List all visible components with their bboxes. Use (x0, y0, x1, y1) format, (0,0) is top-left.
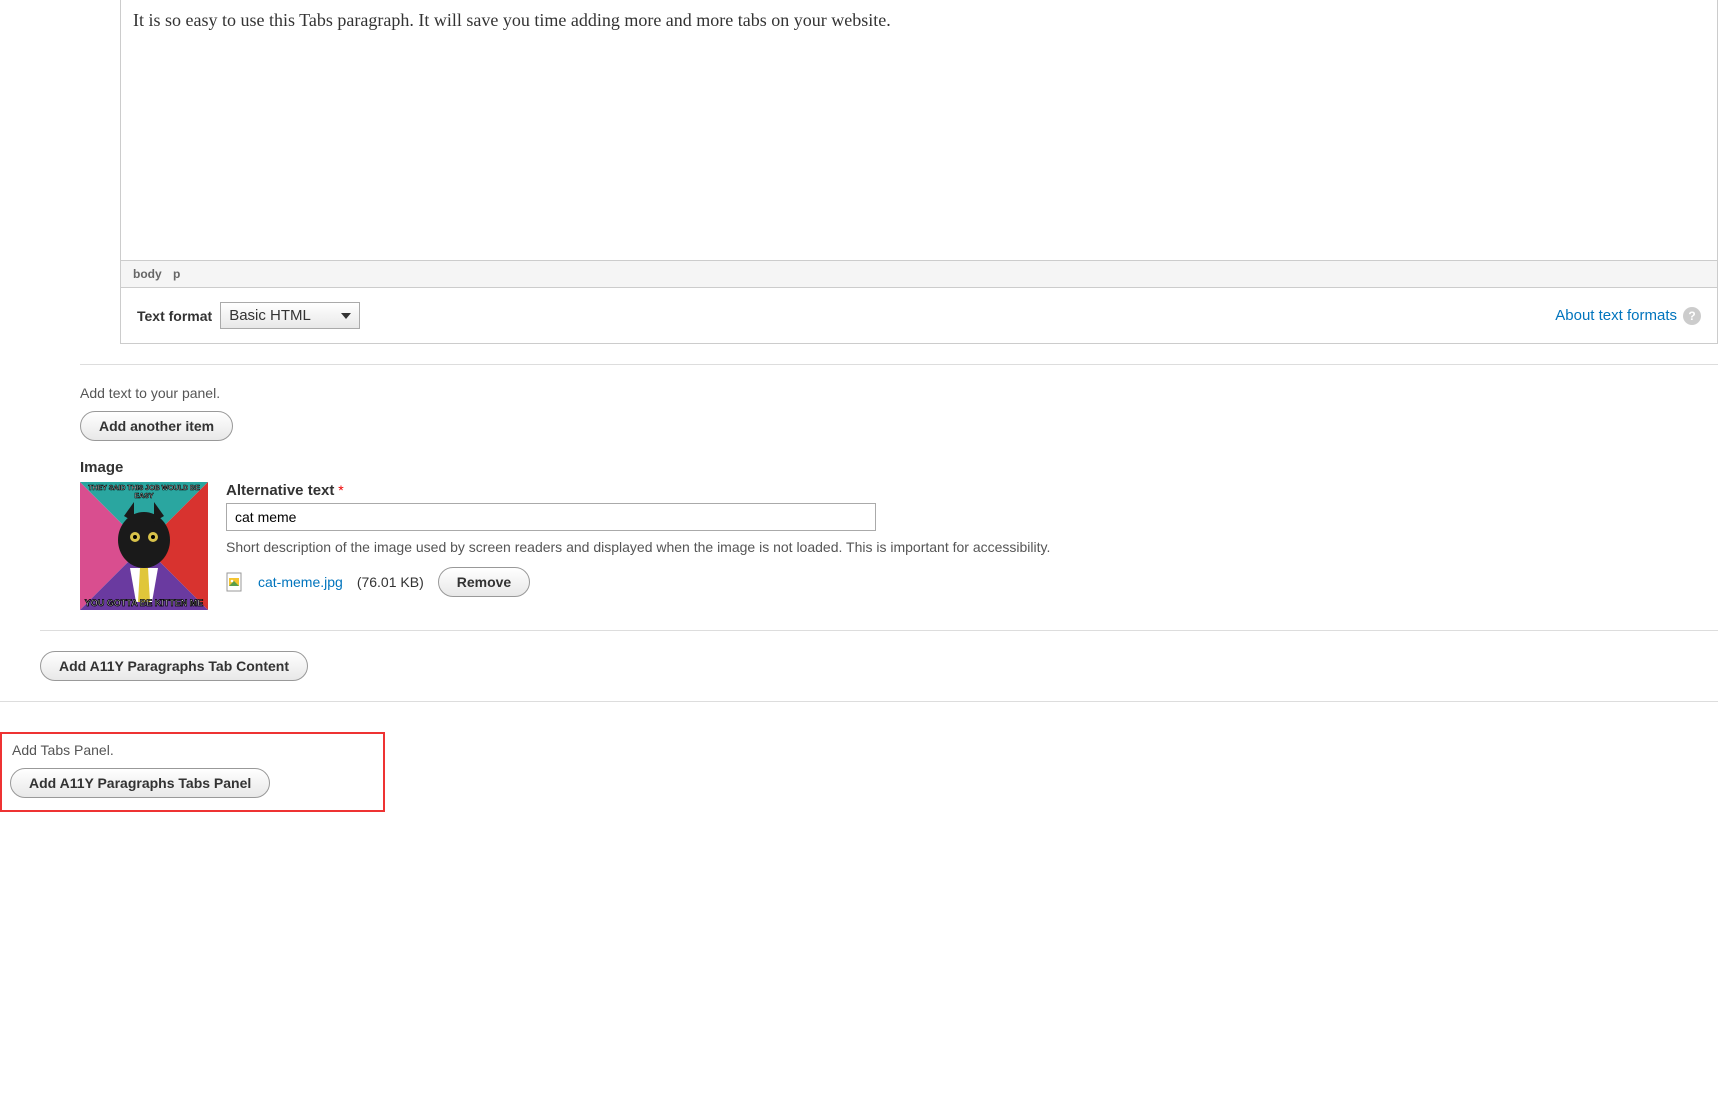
add-tab-content-button[interactable]: Add A11Y Paragraphs Tab Content (40, 651, 308, 681)
svg-text:EASY: EASY (134, 493, 153, 500)
divider (80, 364, 1718, 365)
text-format-selected: Basic HTML (229, 307, 311, 324)
svg-text:THEY SAID THIS JOB WOULD BE: THEY SAID THIS JOB WOULD BE (88, 485, 200, 492)
add-tabs-panel-button[interactable]: Add A11Y Paragraphs Tabs Panel (10, 768, 270, 798)
image-file-size: (76.01 KB) (357, 574, 424, 590)
image-file-link[interactable]: cat-meme.jpg (258, 574, 343, 590)
about-text-formats-label: About text formats (1555, 307, 1677, 324)
editor-path-body[interactable]: body (133, 267, 162, 281)
about-text-formats-link[interactable]: About text formats ? (1555, 307, 1701, 325)
editor-textarea[interactable]: It is so easy to use this Tabs paragraph… (121, 0, 1717, 260)
divider (40, 630, 1718, 631)
text-format-label: Text format (137, 308, 212, 324)
add-tabs-panel-highlight: Add Tabs Panel. Add A11Y Paragraphs Tabs… (0, 732, 385, 812)
panel-hint: Add text to your panel. (80, 385, 1718, 401)
file-icon (226, 572, 244, 592)
editor-elements-path: body p (121, 260, 1717, 287)
remove-image-button[interactable]: Remove (438, 567, 530, 597)
chevron-down-icon (341, 313, 351, 319)
alt-text-description: Short description of the image used by s… (226, 539, 1718, 555)
divider (0, 701, 1718, 702)
editor-container: It is so easy to use this Tabs paragraph… (120, 0, 1718, 288)
svg-text:YOU GOTTA BE KITTEN ME: YOU GOTTA BE KITTEN ME (85, 598, 204, 608)
required-marker: * (338, 482, 343, 498)
help-icon: ? (1683, 307, 1701, 325)
editor-path-p[interactable]: p (173, 267, 180, 281)
add-another-item-button[interactable]: Add another item (80, 411, 233, 441)
add-tabs-panel-hint: Add Tabs Panel. (12, 742, 375, 758)
alt-text-input[interactable] (226, 503, 876, 531)
image-section-label: Image (80, 459, 1718, 476)
alt-text-label: Alternative text (226, 482, 334, 499)
image-thumbnail[interactable]: THEY SAID THIS JOB WOULD BE EASY YOU GOT… (80, 482, 208, 610)
text-format-select[interactable]: Basic HTML (220, 302, 360, 329)
text-format-bar: Text format Basic HTML About text format… (120, 288, 1718, 344)
